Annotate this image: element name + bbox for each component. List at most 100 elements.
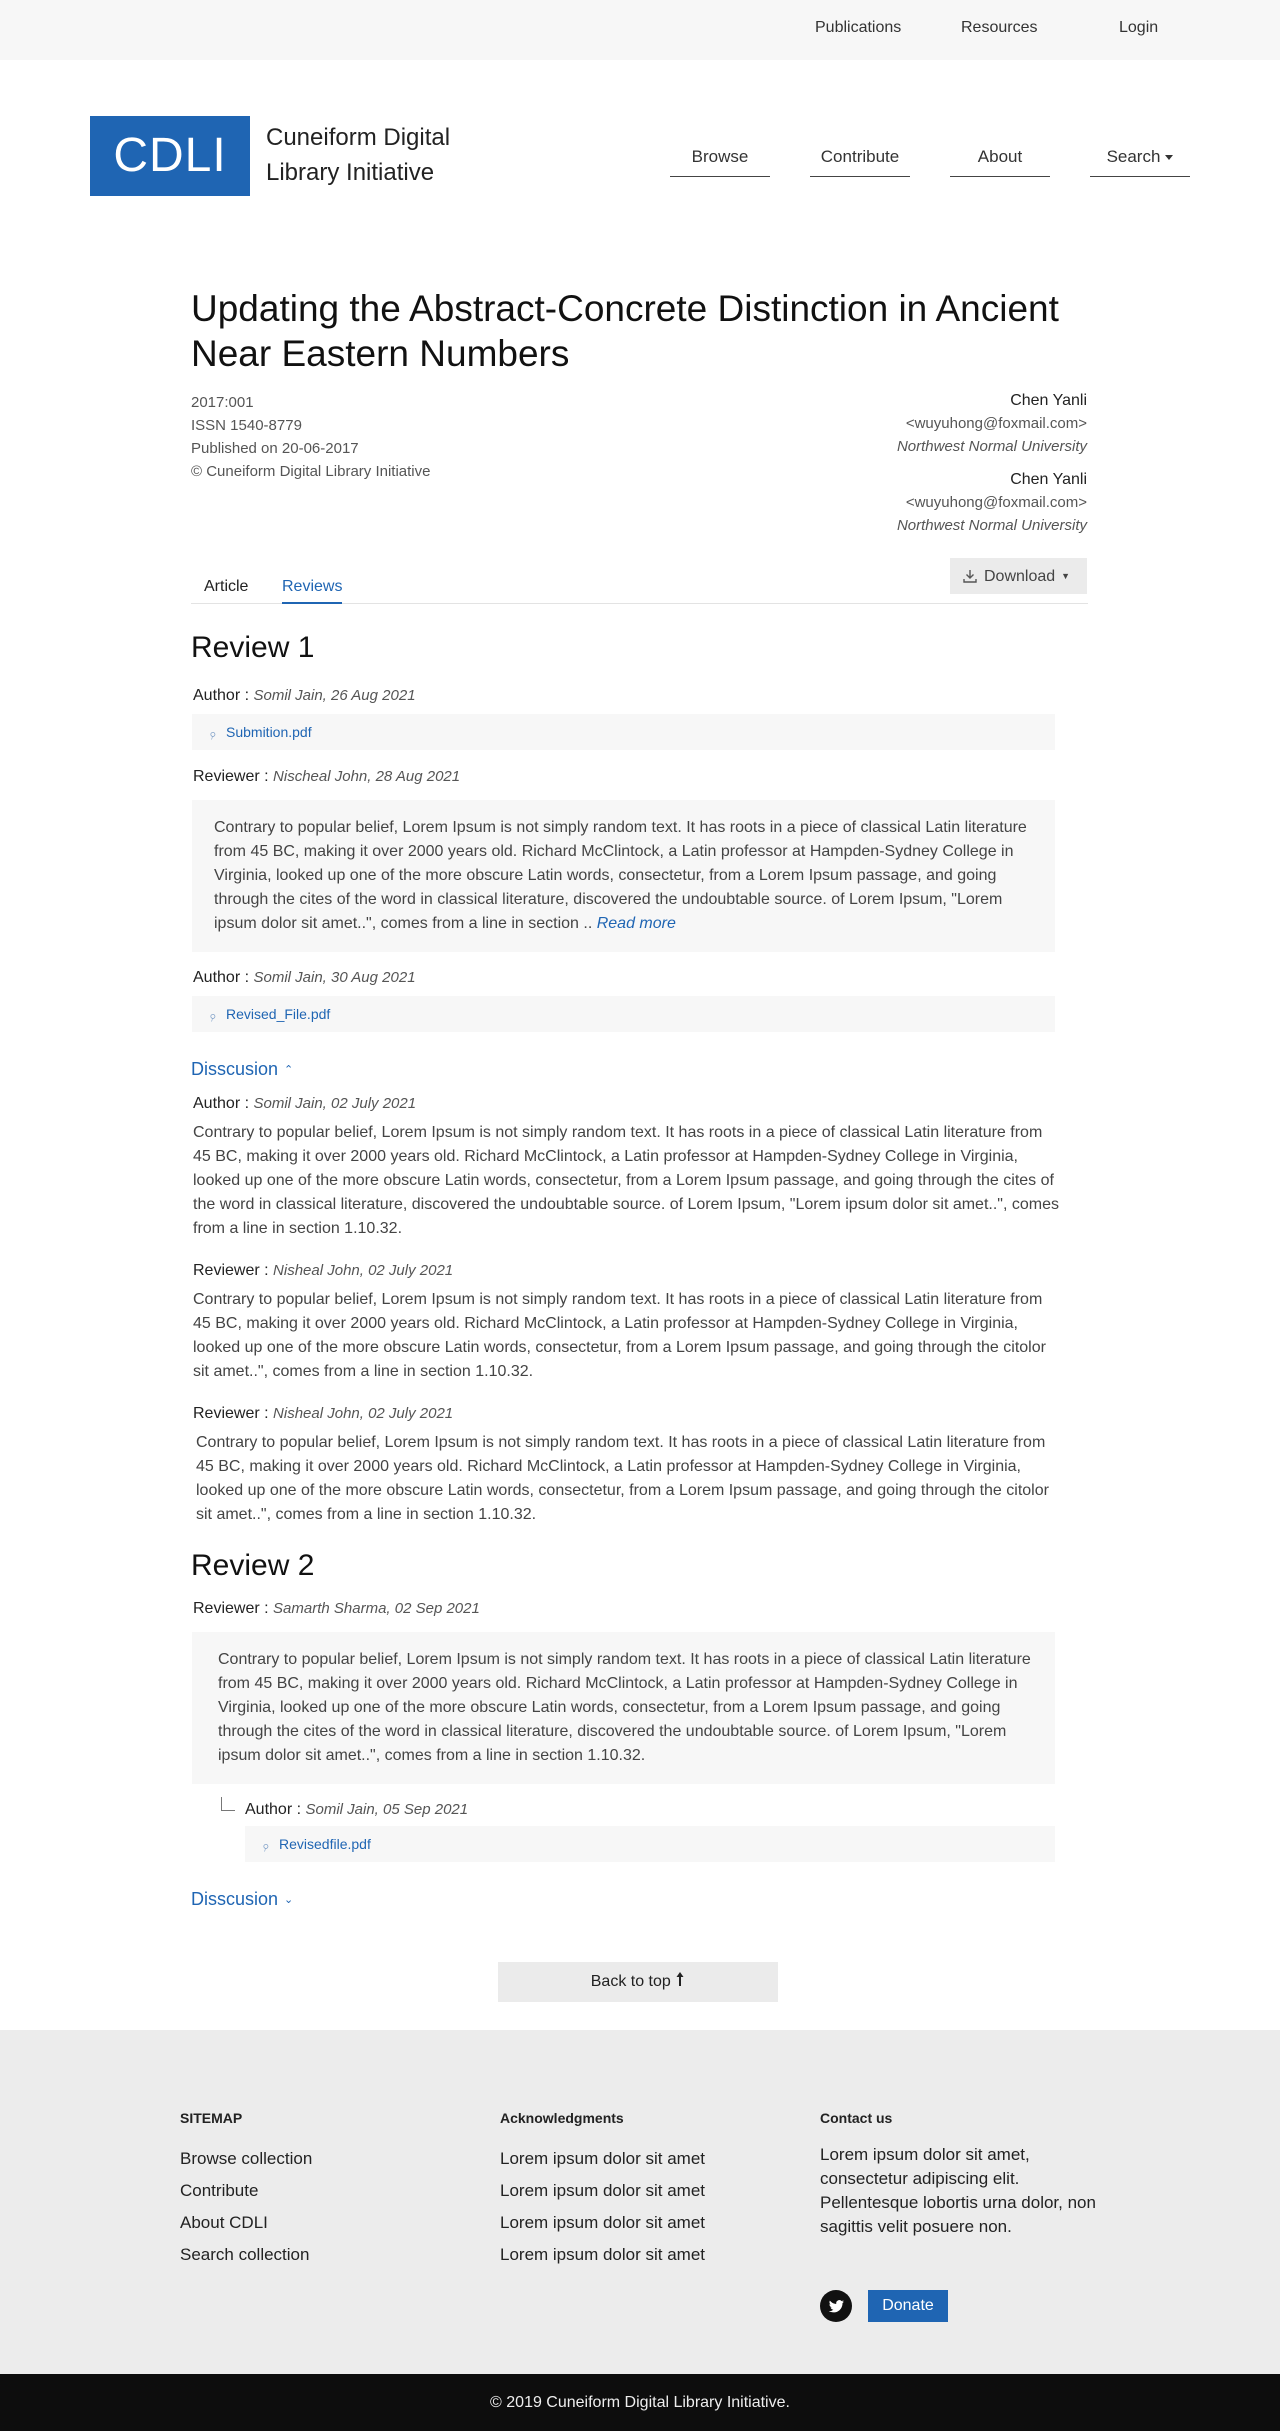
discussion-text: Contrary to popular belief, Lorem Ipsum … — [193, 1291, 1046, 1380]
role-label: Reviewer : — [193, 1262, 269, 1279]
article-copyright: © Cuneiform Digital Library Initiative — [191, 463, 431, 480]
entry-meta: Somil Jain, 26 Aug 2021 — [253, 687, 416, 704]
footer-contact-text: Lorem ipsum dolor sit amet, consectetur … — [820, 2145, 1096, 2236]
author-affiliation: Northwest Normal University — [896, 438, 1087, 455]
review-2-heading: Review 2 — [191, 1549, 315, 1582]
entry-meta: Somil Jain, 30 Aug 2021 — [253, 969, 416, 986]
author-email[interactable]: <wuyuhong@foxmail.com> — [897, 491, 1087, 514]
nav-about[interactable]: About — [950, 145, 1050, 177]
discussion-text: Contrary to popular belief, Lorem Ipsum … — [196, 1434, 1049, 1523]
footer-sitemap-title: SITEMAP — [180, 2110, 243, 2126]
caret-down-icon — [1165, 155, 1174, 161]
attachment-box: ⌕ Revisedfile.pdf — [245, 1826, 1055, 1862]
article-published: Published on 20-06-2017 — [191, 440, 359, 457]
site-header: CDLI Cuneiform Digital Library Initiativ… — [0, 60, 1280, 250]
site-footer: SITEMAP Browse collection Contribute Abo… — [0, 2030, 1280, 2374]
login-link[interactable]: Login — [1119, 19, 1158, 37]
resources-link[interactable]: Resources — [961, 19, 1037, 37]
attachment-box: ⌕ Revised_File.pdf — [192, 996, 1055, 1032]
review-entry-reviewer: Reviewer : Samarth Sharma, 02 Sep 2021 — [193, 1600, 480, 1618]
role-label: Author : — [245, 1801, 302, 1818]
footer-acknowledgments: Acknowledgments Lorem ipsum dolor sit am… — [500, 2110, 705, 2271]
author-block: Chen Yanli <wuyuhong@foxmail.com> Northw… — [897, 389, 1087, 458]
role-label: Author : — [193, 969, 250, 986]
attachment-link[interactable]: Revisedfile.pdf — [279, 1836, 371, 1852]
discussion-entry: Reviewer : Nisheal John, 02 July 2021 — [193, 1262, 453, 1280]
attachment-box: ⌕ Submition.pdf — [192, 714, 1055, 750]
entry-meta: Samarth Sharma, 02 Sep 2021 — [273, 1600, 480, 1617]
role-label: Author : — [193, 1095, 250, 1112]
arrow-up-icon — [676, 1972, 684, 1986]
article-id: 2017:001 — [191, 394, 254, 411]
article-tabs: Article Reviews — [191, 578, 1088, 604]
nav-browse[interactable]: Browse — [670, 145, 770, 177]
tab-reviews[interactable]: Reviews — [282, 578, 343, 604]
author-name: Chen Yanli — [1010, 392, 1087, 409]
entry-meta: Nischeal John, 28 Aug 2021 — [273, 768, 461, 785]
brand-name-line2: Library Initiative — [266, 159, 435, 186]
article-title: Updating the Abstract-Concrete Distincti… — [191, 288, 1059, 374]
review-entry-author: Author : Somil Jain, 30 Aug 2021 — [193, 969, 416, 987]
article-issn: ISSN 1540-8779 — [191, 417, 302, 434]
entry-meta: Nisheal John, 02 July 2021 — [273, 1405, 454, 1422]
article-authors: Chen Yanli <wuyuhong@foxmail.com> Northw… — [897, 389, 1087, 547]
copyright-bar: © 2019 Cuneiform Digital Library Initiat… — [0, 2374, 1280, 2431]
nav-contribute[interactable]: Contribute — [810, 145, 910, 177]
footer-link[interactable]: Browse collection — [180, 2143, 312, 2175]
role-label: Reviewer : — [193, 768, 269, 785]
review-entry-reviewer: Reviewer : Nischeal John, 28 Aug 2021 — [193, 768, 460, 786]
article-meta: 2017:001 ISSN 1540-8779 Published on 20-… — [191, 391, 430, 483]
footer-link[interactable]: Lorem ipsum dolor sit amet — [500, 2239, 705, 2271]
footer-link[interactable]: Lorem ipsum dolor sit amet — [500, 2175, 705, 2207]
author-affiliation: Northwest Normal University — [896, 517, 1087, 534]
author-name: Chen Yanli — [1010, 471, 1087, 488]
footer-link[interactable]: About CDLI — [180, 2207, 312, 2239]
chevron-up-icon: ⌃ — [284, 1064, 294, 1076]
attachment-link[interactable]: Revised_File.pdf — [226, 1006, 330, 1022]
discussion-text: Contrary to popular belief, Lorem Ipsum … — [193, 1124, 1059, 1237]
discussion-entry: Reviewer : Nisheal John, 02 July 2021 — [193, 1405, 453, 1423]
discussion-entry: Author : Somil Jain, 02 July 2021 — [193, 1095, 416, 1113]
author-block: Chen Yanli <wuyuhong@foxmail.com> Northw… — [897, 468, 1087, 537]
brand-name-line1: Cuneiform Digital — [266, 124, 451, 151]
read-more-link[interactable]: Read more — [597, 915, 676, 932]
footer-contact-title: Contact us — [820, 2110, 893, 2126]
entry-meta: Nisheal John, 02 July 2021 — [273, 1262, 454, 1279]
footer-link[interactable]: Search collection — [180, 2239, 312, 2271]
role-label: Reviewer : — [193, 1405, 269, 1422]
discussion-toggle-open[interactable]: Disscusion ⌃ — [191, 1059, 293, 1080]
review-entry-author: Author : Somil Jain, 05 Sep 2021 — [245, 1801, 468, 1819]
nav-search-label: Search — [1106, 147, 1161, 166]
chevron-down-icon: ⌄ — [284, 1894, 294, 1906]
footer-link[interactable]: Lorem ipsum dolor sit amet — [500, 2143, 705, 2175]
publications-link[interactable]: Publications — [815, 19, 901, 37]
role-label: Reviewer : — [193, 1600, 269, 1617]
review-comment-box: Contrary to popular belief, Lorem Ipsum … — [192, 1632, 1055, 1784]
attachment-link[interactable]: Submition.pdf — [226, 724, 312, 740]
review-entry-author: Author : Somil Jain, 26 Aug 2021 — [193, 687, 416, 705]
footer-link[interactable]: Lorem ipsum dolor sit amet — [500, 2207, 705, 2239]
entry-meta: Somil Jain, 02 July 2021 — [253, 1095, 417, 1112]
brand-name: Cuneiform Digital Library Initiative — [266, 120, 526, 190]
review-comment-text: Contrary to popular belief, Lorem Ipsum … — [218, 1651, 1031, 1764]
role-label: Author : — [193, 687, 250, 704]
footer-sitemap: SITEMAP Browse collection Contribute Abo… — [180, 2110, 312, 2271]
discussion-label: Disscusion — [191, 1059, 279, 1079]
back-to-top-button[interactable]: Back to top — [498, 1962, 778, 2002]
author-email[interactable]: <wuyuhong@foxmail.com> — [897, 412, 1087, 435]
nav-search[interactable]: Search — [1090, 145, 1190, 177]
discussion-label: Disscusion — [191, 1889, 279, 1909]
donate-button[interactable]: Donate — [868, 2290, 948, 2322]
tab-article[interactable]: Article — [204, 578, 248, 602]
cdli-logo[interactable]: CDLI — [90, 116, 250, 196]
twitter-icon[interactable] — [820, 2290, 852, 2322]
entry-meta: Somil Jain, 05 Sep 2021 — [305, 1801, 469, 1818]
reply-indent-icon — [221, 1797, 235, 1811]
top-utility-bar: Publications Resources Login — [0, 0, 1280, 60]
review-1-heading: Review 1 — [191, 631, 315, 664]
discussion-toggle-closed[interactable]: Disscusion ⌄ — [191, 1889, 293, 1910]
footer-contact: Contact us Lorem ipsum dolor sit amet, c… — [820, 2110, 1120, 2350]
review-comment-box: Contrary to popular belief, Lorem Ipsum … — [192, 800, 1055, 952]
footer-link[interactable]: Contribute — [180, 2175, 312, 2207]
back-to-top-label: Back to top — [590, 1973, 671, 1990]
